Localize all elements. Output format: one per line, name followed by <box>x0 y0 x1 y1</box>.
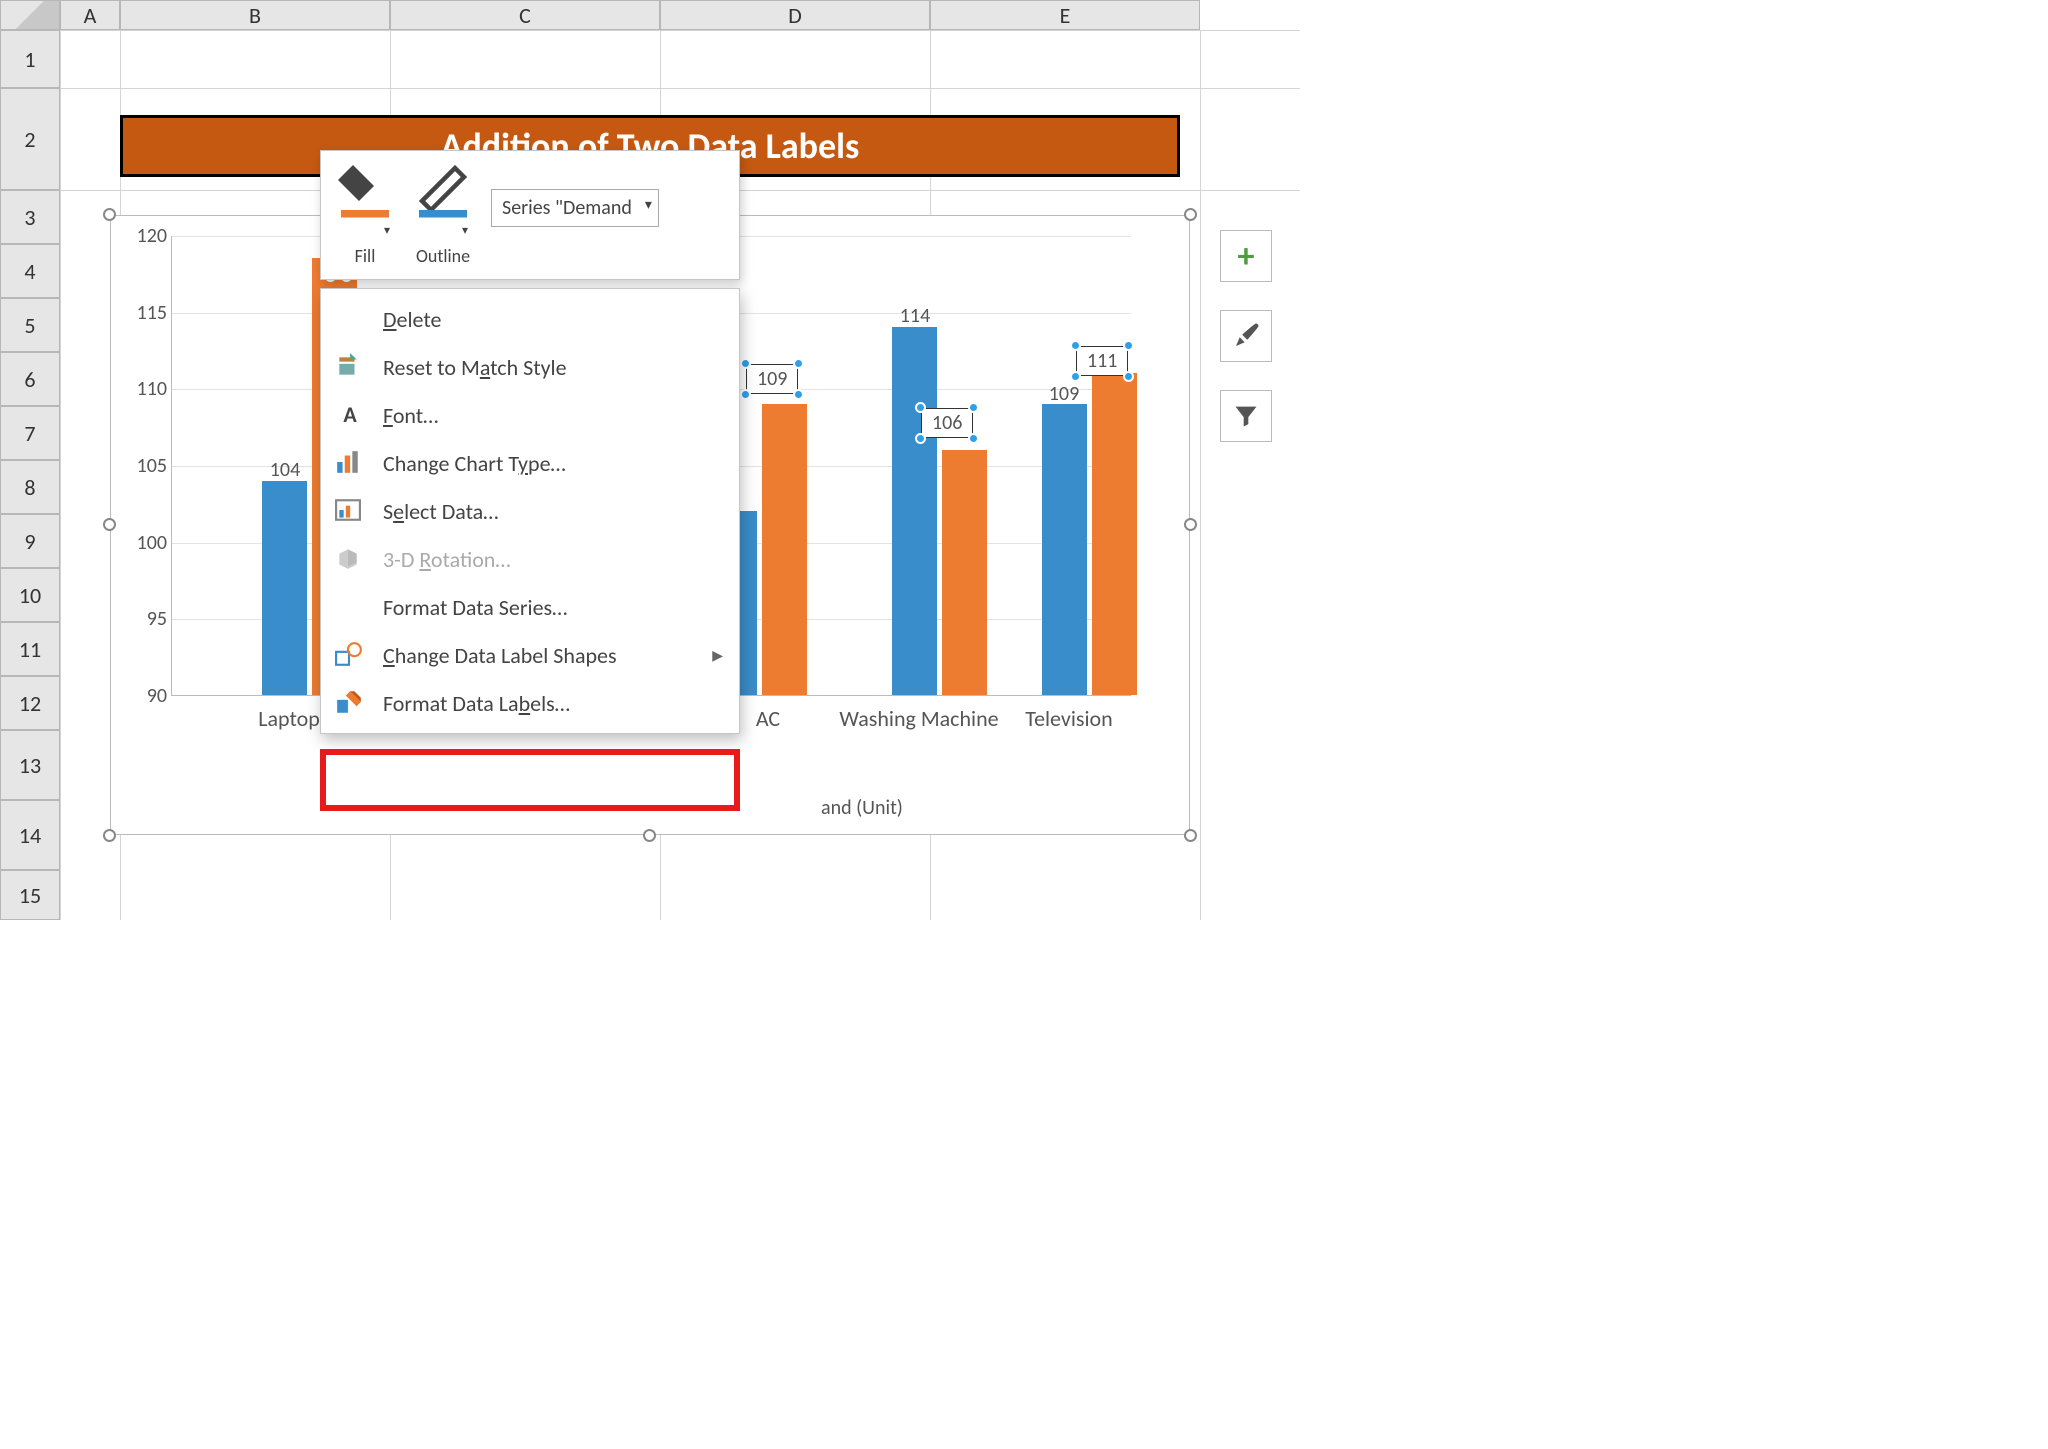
format-labels-icon <box>335 689 365 717</box>
plus-icon: + <box>1238 236 1255 277</box>
ctx-format-series[interactable]: Format Data Series… <box>321 583 739 631</box>
row-header-12[interactable]: 12 <box>0 676 60 730</box>
row-header-4[interactable]: 4 <box>0 244 60 298</box>
ctx-3d-rotation: 3-D Rotation… <box>321 535 739 583</box>
y-tick: 90 <box>133 684 167 708</box>
ctx-format-labels[interactable]: Format Data Labels… <box>321 679 739 727</box>
legend-fragment: and (Unit) <box>821 796 903 820</box>
selected-data-label[interactable]: 109 <box>746 364 798 394</box>
blank-icon <box>335 593 365 621</box>
bar-supply-wm[interactable] <box>892 327 937 695</box>
bar-supply-laptop[interactable] <box>262 481 307 695</box>
col-header-D[interactable]: D <box>660 0 930 30</box>
excel-worksheet: A B C D E 1 2 3 4 5 6 7 8 9 10 11 12 13 … <box>0 0 1300 920</box>
col-header-E[interactable]: E <box>930 0 1200 30</box>
row-header-10[interactable]: 10 <box>0 568 60 622</box>
cube-icon <box>335 545 365 573</box>
fill-icon <box>335 159 395 219</box>
category-label: AC <box>756 706 780 732</box>
ctx-delete[interactable]: Delete <box>321 295 739 343</box>
y-tick: 110 <box>133 377 167 401</box>
resize-handle[interactable] <box>1184 518 1197 531</box>
chart-styles-button[interactable] <box>1220 310 1272 362</box>
col-header-A[interactable]: A <box>60 0 120 30</box>
select-data-icon <box>335 497 365 525</box>
row-header-7[interactable]: 7 <box>0 406 60 460</box>
row-header-3[interactable]: 3 <box>0 190 60 244</box>
resize-handle[interactable] <box>103 518 116 531</box>
resize-handle[interactable] <box>1184 829 1197 842</box>
outline-icon <box>413 159 473 219</box>
selected-data-label[interactable]: 106 <box>921 408 973 438</box>
category-label: Washing Machine <box>839 706 998 732</box>
funnel-icon <box>1232 402 1260 430</box>
bar-demand-wm[interactable] <box>942 450 987 695</box>
row-header-11[interactable]: 11 <box>0 622 60 676</box>
blank-icon <box>335 305 365 333</box>
row-header-13[interactable]: 13 <box>0 730 60 800</box>
y-tick: 115 <box>133 301 167 325</box>
bar-supply-tv[interactable] <box>1042 404 1087 695</box>
selected-data-label[interactable]: 111 <box>1076 346 1128 376</box>
row-header-6[interactable]: 6 <box>0 352 60 406</box>
row-header-14[interactable]: 14 <box>0 800 60 870</box>
ctx-select-data[interactable]: Select Data… <box>321 487 739 535</box>
chart-filter-button[interactable] <box>1220 390 1272 442</box>
col-header-C[interactable]: C <box>390 0 660 30</box>
row-header-2[interactable]: 2 <box>0 88 60 190</box>
y-tick: 105 <box>133 454 167 478</box>
row-header-15[interactable]: 15 <box>0 870 60 920</box>
ctx-change-chart-type[interactable]: Change Chart Type… <box>321 439 739 487</box>
series-dropdown[interactable]: Series "Demand <box>491 189 659 227</box>
bar-demand-ac[interactable] <box>762 404 807 695</box>
row-header-1[interactable]: 1 <box>0 30 60 88</box>
data-label: 104 <box>270 458 300 482</box>
fill-button[interactable]: ▾ Fill <box>335 159 395 267</box>
font-icon: A <box>335 401 365 429</box>
ctx-font[interactable]: A Font… <box>321 391 739 439</box>
brush-icon <box>1231 321 1261 351</box>
submenu-arrow-icon: ▶ <box>712 647 723 664</box>
select-all-corner[interactable] <box>0 0 60 30</box>
resize-handle[interactable] <box>1184 208 1197 221</box>
ctx-change-label-shapes[interactable]: Change Data Label Shapes ▶ <box>321 631 739 679</box>
context-menu: Delete Reset to Match Style A Font… Chan… <box>320 288 740 734</box>
resize-handle[interactable] <box>103 208 116 221</box>
data-label: 114 <box>900 304 930 328</box>
y-tick: 95 <box>133 607 167 631</box>
y-tick: 100 <box>133 531 167 555</box>
ctx-reset-style[interactable]: Reset to Match Style <box>321 343 739 391</box>
category-label: Television <box>1025 706 1112 732</box>
y-tick: 120 <box>133 224 167 248</box>
bar-demand-tv[interactable] <box>1092 373 1137 695</box>
row-header-5[interactable]: 5 <box>0 298 60 352</box>
row-header-9[interactable]: 9 <box>0 514 60 568</box>
chart-type-icon <box>335 449 365 477</box>
reset-icon <box>335 353 365 381</box>
mini-toolbar: ▾ Fill ▾ Outline Series "Demand <box>320 150 740 280</box>
outline-button[interactable]: ▾ Outline <box>413 159 473 267</box>
data-label: 109 <box>1049 382 1079 406</box>
col-header-B[interactable]: B <box>120 0 390 30</box>
row-header-8[interactable]: 8 <box>0 460 60 514</box>
resize-handle[interactable] <box>103 829 116 842</box>
resize-handle[interactable] <box>643 829 656 842</box>
chart-elements-button[interactable]: + <box>1220 230 1272 282</box>
shapes-icon <box>335 641 365 669</box>
category-label: Laptop <box>258 706 320 732</box>
